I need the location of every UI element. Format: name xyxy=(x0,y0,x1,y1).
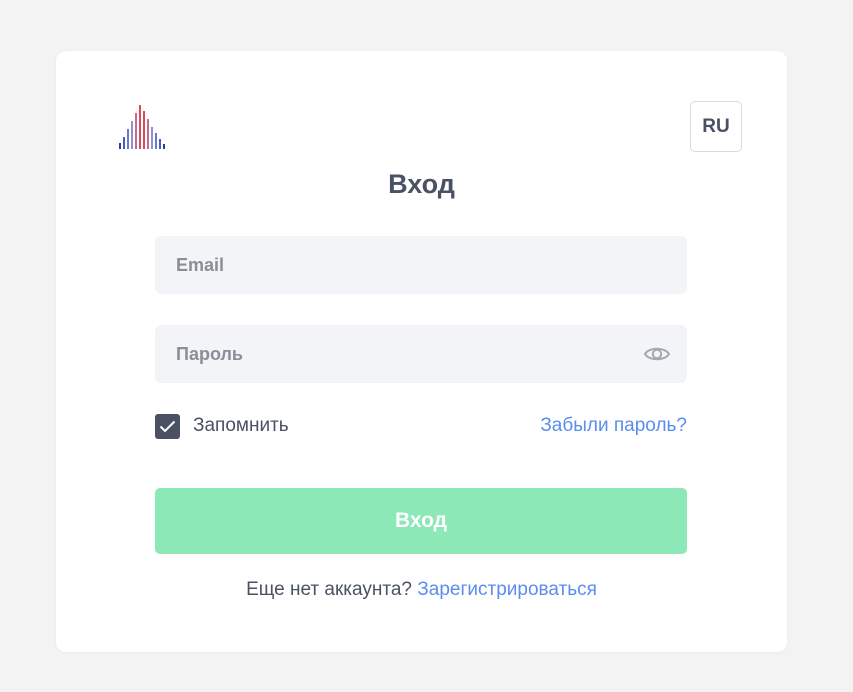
page-title: Вход xyxy=(388,169,455,199)
checkbox-checked[interactable] xyxy=(155,413,180,439)
language-label: RU xyxy=(702,115,730,137)
password-field-wrapper xyxy=(155,325,687,383)
forgot-password-link[interactable]: Забыли пароль? xyxy=(540,415,687,437)
remember-me-label: Запомнить xyxy=(193,415,289,436)
register-prompt: Еще нет аккаунта? Зарегистрироваться xyxy=(56,579,787,601)
checkmark-icon xyxy=(159,420,176,432)
email-input[interactable] xyxy=(155,236,687,294)
eye-icon[interactable] xyxy=(643,342,671,366)
language-button[interactable]: RU xyxy=(690,101,742,152)
register-prompt-text: Еще нет аккаунта? xyxy=(246,579,412,600)
register-link[interactable]: Зарегистрироваться xyxy=(417,579,597,600)
logo-icon xyxy=(119,105,165,149)
login-card: RU Вход Запомнить Забыли пароль? Вход Ещ… xyxy=(56,51,787,652)
login-button[interactable]: Вход xyxy=(155,488,687,554)
password-input[interactable] xyxy=(155,325,687,383)
email-field-wrapper xyxy=(155,236,687,294)
remember-me-checkbox[interactable]: Запомнить xyxy=(155,413,289,439)
